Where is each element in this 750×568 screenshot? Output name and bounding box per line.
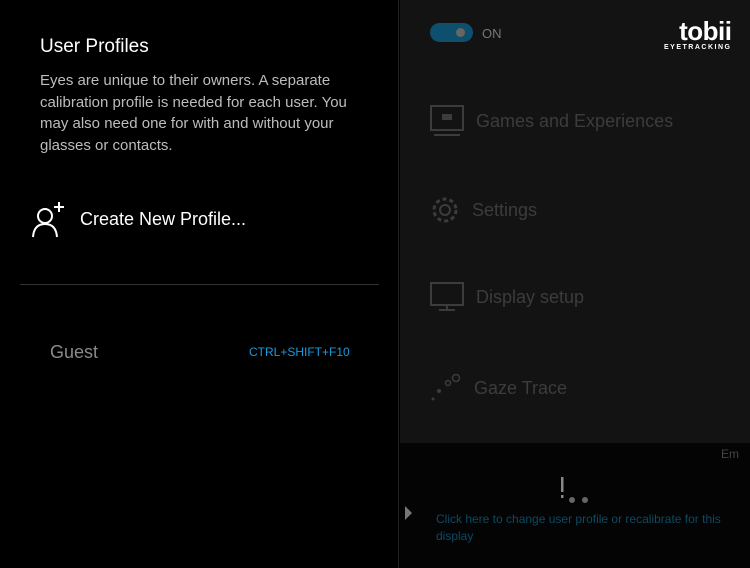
games-icon xyxy=(430,105,464,136)
eye-status-icon xyxy=(561,477,588,503)
create-profile-button[interactable]: Create New Profile... xyxy=(30,200,246,238)
profile-guest[interactable]: Guest xyxy=(50,342,98,363)
menu-gaze-trace[interactable]: Gaze Trace xyxy=(430,373,567,403)
panel-title: User Profiles xyxy=(40,36,149,57)
monitor-icon xyxy=(430,282,464,311)
menu-games[interactable]: Games and Experiences xyxy=(430,105,673,137)
change-profile-link[interactable]: Click here to change user profile or rec… xyxy=(436,511,726,545)
add-user-icon xyxy=(32,202,64,238)
corner-text: Em xyxy=(721,447,739,461)
menu-settings[interactable]: Settings xyxy=(430,195,537,225)
gaze-trace-icon xyxy=(431,373,461,401)
user-profiles-panel: User Profiles Eyes are unique to their o… xyxy=(0,0,399,568)
create-profile-label: Create New Profile... xyxy=(80,208,247,229)
eye-tracking-toggle[interactable] xyxy=(430,23,473,42)
divider xyxy=(20,284,379,285)
menu-display-setup[interactable]: Display setup xyxy=(430,282,584,312)
profile-status-bar xyxy=(400,443,750,568)
toggle-label: ON xyxy=(482,26,502,41)
expand-arrow-icon[interactable] xyxy=(405,506,412,520)
gear-icon xyxy=(432,197,458,223)
panel-description: Eyes are unique to their owners. A separ… xyxy=(40,72,347,154)
tobii-logo: tobii EYETRACKING xyxy=(664,16,732,51)
profile-shortcut: CTRL+SHIFT+F10 xyxy=(249,345,350,359)
